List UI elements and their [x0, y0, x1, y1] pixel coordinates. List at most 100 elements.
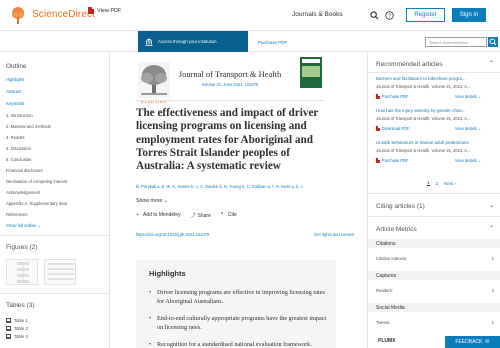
page-1[interactable]: 1 — [427, 180, 430, 186]
figure-thumbnail-2[interactable] — [44, 259, 76, 285]
metrics-group-social: Social Media — [368, 303, 500, 312]
recommended-pdf-link[interactable]: Purchase PDF — [376, 158, 409, 163]
metric-label: Readers: — [376, 288, 393, 293]
cite-label: Cite — [227, 212, 237, 218]
chevron-down-icon: ⌄ — [477, 94, 482, 99]
article-metrics-title: Article Metrics — [376, 226, 417, 233]
metric-label: Tweets: — [376, 320, 391, 325]
recommended-pdf-label: Purchase PDF — [382, 94, 409, 99]
view-details-link[interactable]: View details ⌄ — [455, 94, 481, 99]
chat-bubble-icon: ✉ — [485, 339, 490, 345]
recommended-pdf-link[interactable]: Purchase PDF — [376, 94, 409, 99]
outline-item-acknowledgement[interactable]: Acknowledgement — [6, 190, 40, 195]
search-button[interactable] — [488, 37, 498, 47]
metric-value: 2 — [491, 288, 494, 293]
register-button[interactable]: Register — [406, 8, 445, 22]
table-link-1[interactable]: Table 1 — [6, 318, 28, 323]
figure-thumbnail-1[interactable] — [6, 259, 38, 285]
highlight-item: End-to-end culturally appropriate progra… — [149, 314, 329, 332]
cite-button[interactable]: ❞ Cite — [221, 212, 237, 219]
next-label: Next — [444, 180, 454, 186]
table-link-3[interactable]: Table 3 — [6, 334, 28, 339]
quote-icon: ❞ — [220, 212, 224, 218]
outline-item-abstract[interactable]: Abstract — [6, 89, 21, 94]
metric-value: 1 — [491, 320, 494, 325]
plumx-logo[interactable]: PLUMX — [378, 338, 396, 344]
outline-item-highlights[interactable]: Highlights — [6, 77, 24, 82]
article-title: The effectiveness and impact of driver l… — [136, 107, 319, 173]
outline-item-financial[interactable]: Financial disclosure — [6, 168, 43, 173]
right-sidebar: Recommended articles ⌃ Barriers and faci… — [367, 52, 500, 348]
add-mendeley-button[interactable]: + Add to Mendeley — [136, 212, 181, 219]
search-icon[interactable] — [370, 11, 379, 20]
access-institution-button[interactable]: Access through your institution — [138, 31, 248, 52]
chevron-up-icon[interactable]: ⌃ — [489, 60, 494, 67]
recommended-pdf-label: Download PDF — [382, 126, 410, 131]
elsevier-tree-logo[interactable] — [138, 62, 170, 98]
table-label: Table 2 — [14, 326, 28, 331]
view-details-link[interactable]: View details ⌄ — [455, 158, 481, 163]
view-details-link[interactable]: View details ⌄ — [455, 126, 481, 131]
chevron-down-icon[interactable]: ⌄ — [489, 202, 494, 209]
outline-item-conclusion[interactable]: 5. Conclusion — [6, 157, 31, 162]
show-more-button[interactable]: Show more ⌄ — [136, 198, 168, 204]
search-icon — [489, 38, 497, 46]
outline-item-appendix[interactable]: Appendix A. Supplementary data — [6, 201, 67, 206]
divider — [0, 293, 110, 294]
recommended-pagination: 1 2 Next › — [427, 180, 456, 186]
pdf-icon — [376, 158, 380, 163]
table-link-2[interactable]: Table 2 — [6, 326, 28, 331]
access-label: Access through your institution — [158, 39, 217, 44]
signin-button[interactable]: Sign in — [452, 8, 486, 22]
journal-volume-link[interactable]: Volume 21, June 2021, 101079 — [170, 82, 290, 87]
purchase-pdf-link[interactable]: Purchase PDF — [258, 40, 287, 45]
view-pdf-button[interactable]: View PDF — [88, 7, 121, 14]
elsevier-tree-icon[interactable] — [10, 6, 26, 25]
figures-title: Figures (2) — [6, 244, 38, 251]
chevron-up-icon[interactable]: ⌃ — [489, 225, 494, 232]
feedback-button[interactable]: FEEDBACK ✉ — [445, 336, 500, 348]
recommended-pdf-label: Purchase PDF — [382, 158, 409, 163]
next-page-button[interactable]: Next › — [444, 181, 456, 186]
help-icon[interactable]: ? — [385, 11, 394, 20]
table-icon — [6, 318, 11, 323]
recommended-article-title[interactable]: Barriers and facilitators to bikeshare p… — [376, 76, 496, 81]
divider — [368, 216, 500, 217]
pdf-icon — [88, 7, 94, 14]
outline-item-keywords[interactable]: Keywords — [6, 101, 24, 106]
share-button[interactable]: ⤴ Share — [191, 212, 211, 219]
chevron-right-icon: › — [454, 180, 457, 186]
share-icon: ⤴ — [190, 213, 196, 219]
pdf-icon — [376, 94, 380, 99]
author-list[interactable]: B. Porykali a, b, ✉, K. Hunter b, c, A. … — [136, 184, 336, 189]
recommended-article-title[interactable]: Unsafe behaviours in Iranian adult pedes… — [376, 140, 496, 145]
journals-books-link[interactable]: Journals & Books — [292, 11, 343, 18]
table-label: Table 3 — [14, 334, 28, 339]
chevron-down-icon: ⌄ — [477, 126, 482, 131]
recommended-title: Recommended articles — [376, 61, 443, 68]
rights-content-link[interactable]: Get rights and content — [314, 232, 354, 237]
journal-cover-image[interactable] — [300, 57, 322, 88]
pdf-icon — [376, 126, 380, 131]
search-input[interactable]: Search ScienceDirect — [425, 37, 487, 47]
journal-title-link[interactable]: Journal of Transport & Health — [170, 69, 290, 79]
sciencedirect-logo[interactable]: ScienceDirect — [32, 9, 95, 20]
outline-item-references[interactable]: References — [6, 212, 27, 217]
outline-item-introduction[interactable]: 1. Introduction — [6, 113, 33, 118]
doi-link[interactable]: https://doi.org/10.1016/j.jth.2021.10107… — [136, 232, 209, 237]
outline-item-methods[interactable]: 2. Material and methods — [6, 124, 51, 129]
tables-title: Tables (3) — [6, 302, 35, 309]
outline-item-results[interactable]: 3. Results — [6, 135, 25, 140]
highlight-item: Driver licensing programs are effective … — [149, 288, 329, 306]
show-full-outline-link[interactable]: Show full outline ⌄ — [6, 223, 41, 228]
page-2[interactable]: 2 — [436, 181, 439, 186]
flowchart-figure-icon — [17, 262, 29, 283]
outline-item-competing[interactable]: Declaration of competing interest — [6, 179, 67, 184]
recommended-pdf-link[interactable]: Download PDF — [376, 126, 410, 131]
share-label: Share — [197, 213, 211, 219]
plus-icon: + — [136, 212, 139, 218]
outline-item-discussion[interactable]: 4. Discussion — [6, 146, 31, 151]
citing-articles-title[interactable]: Citing articles (1) — [376, 203, 425, 210]
recommended-article-title[interactable]: How has the injury severity by gender ch… — [376, 108, 496, 113]
metric-row: Readers: 2 — [376, 288, 494, 293]
